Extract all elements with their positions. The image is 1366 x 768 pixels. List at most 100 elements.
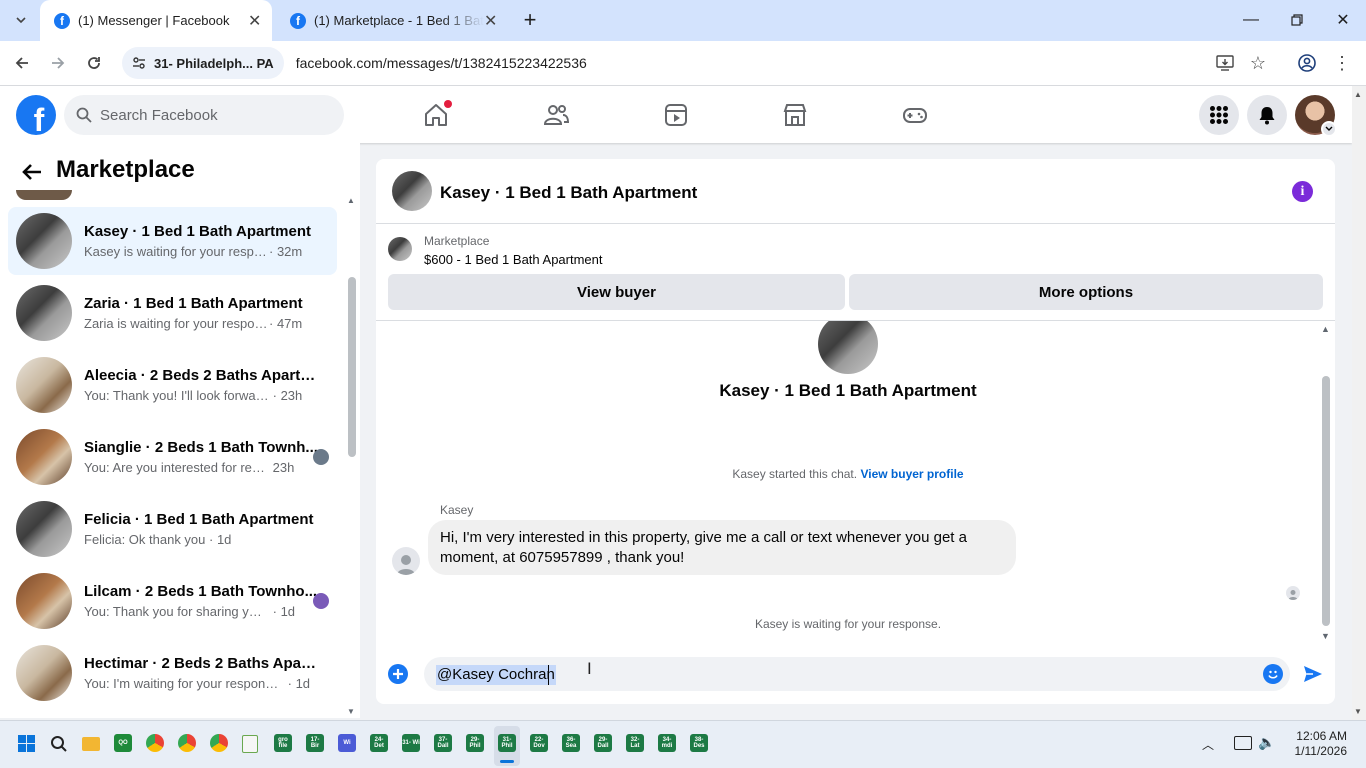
nav-marketplace[interactable] xyxy=(775,96,815,134)
network-icon[interactable] xyxy=(1234,736,1252,750)
person-icon xyxy=(1288,590,1298,600)
minimize-button[interactable]: — xyxy=(1236,6,1266,34)
conversation-item-lilcam[interactable]: Lilcam · 2 Beds 1 Bath Townho... You: Th… xyxy=(8,567,337,635)
taskbar-app[interactable]: 37- Dall xyxy=(434,734,452,752)
conversation-item-hectimar[interactable]: Hectimar · 2 Beds 2 Baths Apart... You: … xyxy=(8,639,337,707)
chat-intro-title: Kasey · 1 Bed 1 Bath Apartment xyxy=(719,381,977,400)
windows-start-icon[interactable] xyxy=(18,735,35,752)
tab-title: (1) Messenger | Facebook xyxy=(78,13,230,28)
taskbar-app[interactable]: 34- mdi xyxy=(658,734,676,752)
tab-marketplace[interactable]: f (1) Marketplace - 1 Bed 1 Bath Apartme… xyxy=(284,0,516,41)
facebook-search-input[interactable]: Search Facebook xyxy=(64,95,344,135)
file-explorer-icon[interactable] xyxy=(82,737,100,751)
taskbar-app[interactable]: 31- Wi xyxy=(402,734,420,752)
site-info-chip[interactable]: 31- Philadelph... PA xyxy=(122,47,284,79)
conversation-item-kasey[interactable]: Kasey · 1 Bed 1 Bath Apartment Kasey is … xyxy=(8,207,337,275)
taskbar-app[interactable]: 22- Dov xyxy=(530,734,548,752)
close-window-button[interactable]: ✕ xyxy=(1328,6,1358,34)
info-icon[interactable]: i xyxy=(1292,181,1313,202)
taskbar-app[interactable]: 24- Det xyxy=(370,734,388,752)
scroll-down-icon[interactable]: ▼ xyxy=(347,707,355,716)
reload-button[interactable] xyxy=(81,50,107,76)
more-options-button[interactable]: More options xyxy=(849,274,1323,310)
new-tab-button[interactable]: + xyxy=(515,6,545,34)
conversation-item-felicia[interactable]: Felicia · 1 Bed 1 Bath Apartment Felicia… xyxy=(8,495,337,563)
message-line: moment, at 6075957899 , thank you! xyxy=(440,549,685,566)
seen-avatar-icon xyxy=(1286,586,1300,600)
conversation-time: · 1d xyxy=(209,532,232,547)
scroll-up-icon[interactable]: ▲ xyxy=(347,196,355,205)
scroll-up-icon[interactable]: ▲ xyxy=(1321,324,1330,334)
taskbar-app[interactable]: 32- Lat xyxy=(626,734,644,752)
notifications-button[interactable] xyxy=(1247,95,1287,135)
chrome-icon[interactable] xyxy=(210,734,228,752)
chrome-icon[interactable] xyxy=(178,734,196,752)
view-buyer-button[interactable]: View buyer xyxy=(388,274,845,310)
sender-avatar[interactable] xyxy=(392,547,420,575)
forward-button[interactable] xyxy=(45,50,71,76)
close-tab-icon[interactable]: ✕ xyxy=(484,11,497,31)
volume-icon[interactable]: 🔈 xyxy=(1258,734,1275,751)
close-tab-icon[interactable]: ✕ xyxy=(248,11,261,31)
listing-title[interactable]: $600 - 1 Bed 1 Bath Apartment xyxy=(424,252,603,267)
emoji-button[interactable] xyxy=(1263,664,1283,684)
profile-button[interactable] xyxy=(1294,50,1320,76)
back-button[interactable] xyxy=(18,158,46,186)
tab-search-button[interactable] xyxy=(6,6,36,34)
bookmark-button[interactable]: ☆ xyxy=(1245,50,1271,76)
friends-icon xyxy=(543,105,569,125)
conversation-item-aleecia[interactable]: Aleecia · 2 Beds 2 Baths Apartm... You: … xyxy=(8,351,337,419)
sender-name: Kasey xyxy=(440,503,474,517)
install-app-button[interactable] xyxy=(1212,50,1238,76)
chevron-up-icon[interactable]: ︿ xyxy=(1202,736,1214,753)
nav-watch[interactable] xyxy=(656,96,696,134)
conversation-item-zaria[interactable]: Zaria · 1 Bed 1 Bath Apartment Zaria is … xyxy=(8,279,337,347)
reload-icon xyxy=(88,57,100,69)
taskbar-app-qo[interactable]: QO xyxy=(114,734,132,752)
scroll-down-icon[interactable]: ▼ xyxy=(1321,631,1330,641)
menu-button[interactable] xyxy=(1199,95,1239,135)
chrome-icon[interactable] xyxy=(146,734,164,752)
conversation-time: · 1d xyxy=(287,676,311,691)
taskbar-app[interactable]: gro file xyxy=(274,734,292,752)
taskbar-app[interactable]: 36- Sea xyxy=(562,734,580,752)
url-text[interactable]: facebook.com/messages/t/1382415223422536 xyxy=(296,55,587,71)
add-attachment-button[interactable] xyxy=(388,664,408,684)
conversation-item-sianglie[interactable]: Sianglie · 2 Beds 1 Bath Townh... You: A… xyxy=(8,423,337,491)
windows-logo-icon xyxy=(18,735,35,752)
chat-header-avatar[interactable] xyxy=(392,171,432,211)
back-button[interactable] xyxy=(9,50,35,76)
started-text: Kasey started this chat. xyxy=(732,467,858,481)
browser-menu-button[interactable]: ⋮ xyxy=(1329,50,1355,76)
taskbar-app[interactable]: 17- Bir xyxy=(306,734,324,752)
restore-button[interactable] xyxy=(1282,6,1312,34)
nav-home[interactable] xyxy=(416,96,456,134)
taskbar-app[interactable]: Wi xyxy=(338,734,356,752)
taskbar-search-icon[interactable] xyxy=(50,735,68,753)
taskbar-app-active[interactable]: 31- Phil xyxy=(498,734,516,752)
view-buyer-profile-link[interactable]: View buyer profile xyxy=(860,467,963,481)
send-button[interactable] xyxy=(1301,662,1325,686)
scroll-up-icon[interactable]: ▲ xyxy=(1354,90,1362,99)
chat-scrollbar[interactable] xyxy=(1322,376,1330,626)
chat-header-title[interactable]: Kasey · 1 Bed 1 Bath Apartment xyxy=(440,183,697,203)
notepad-icon[interactable] xyxy=(242,735,258,753)
emoji-icon xyxy=(1268,670,1278,679)
tab-messenger[interactable]: f (1) Messenger | Facebook ✕ xyxy=(40,0,272,41)
install-icon xyxy=(1216,55,1234,71)
nav-friends[interactable] xyxy=(536,96,576,134)
conversation-title: Kasey · 1 Bed 1 Bath Apartment xyxy=(84,223,312,240)
taskbar-app[interactable]: 29- Dall xyxy=(594,734,612,752)
scroll-down-icon[interactable]: ▼ xyxy=(1354,707,1362,716)
message-input-value[interactable]: @Kasey Cochran xyxy=(436,665,556,685)
system-clock[interactable]: 12:06 AM 1/11/2026 xyxy=(1285,729,1348,759)
message-bubble[interactable]: Hi, I'm very interested in this property… xyxy=(428,520,1016,575)
taskbar-app[interactable]: 38- Des xyxy=(690,734,708,752)
nav-gaming[interactable] xyxy=(895,96,935,134)
taskbar-app[interactable]: 29- Phil xyxy=(466,734,484,752)
page-scrollbar[interactable] xyxy=(1352,86,1366,720)
conversation-list-scrollbar[interactable] xyxy=(348,277,356,457)
account-chevron-icon[interactable] xyxy=(1321,121,1337,137)
facebook-logo-icon[interactable]: f xyxy=(16,95,56,135)
address-bar[interactable]: 31- Philadelph... PA facebook.com/messag… xyxy=(122,47,1280,79)
